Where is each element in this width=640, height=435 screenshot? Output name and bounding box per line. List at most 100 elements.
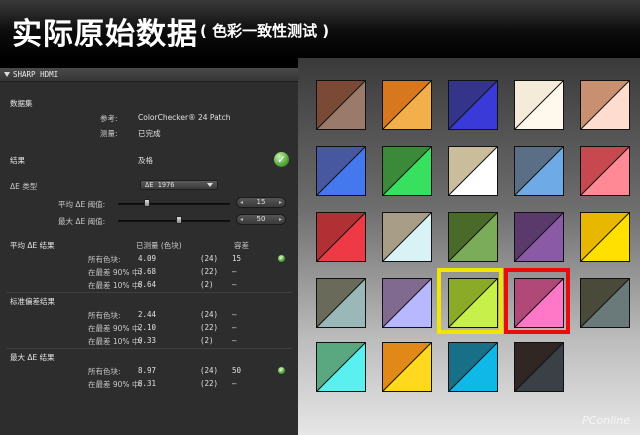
avg-threshold-slider-handle[interactable] — [144, 199, 150, 207]
color-swatch — [514, 342, 564, 392]
row-value: 8.97 — [138, 366, 157, 375]
color-swatch — [382, 146, 432, 196]
dataset-section-label: 数据集 — [10, 99, 33, 108]
color-swatch — [580, 80, 630, 130]
delta-type-value: ΔE 1976 — [145, 181, 175, 189]
color-swatch — [580, 146, 630, 196]
row-tolerance: – — [232, 310, 237, 319]
row-tolerance: – — [232, 267, 237, 276]
panel-header[interactable]: SHARP HDMI — [0, 68, 298, 82]
delta-type-select[interactable]: ΔE 1976 — [140, 180, 218, 190]
color-swatch — [514, 146, 564, 196]
row-value: 3.68 — [138, 267, 157, 276]
row-value: 8.64 — [138, 280, 157, 289]
decrement-icon[interactable]: ◂ — [240, 215, 243, 224]
col-measured-header: 已测量 (色块) — [136, 241, 182, 250]
page-subtitle: ( 色彩一致性测试 ) — [200, 22, 330, 40]
max-threshold-stepper[interactable]: ◂ 50 ▸ — [236, 214, 286, 225]
row-tolerance: – — [232, 323, 237, 332]
color-swatch — [448, 146, 498, 196]
divider — [6, 292, 292, 293]
max-threshold-slider-handle[interactable] — [176, 216, 182, 224]
color-swatch — [316, 146, 366, 196]
row-label: 所有色块: — [88, 311, 121, 320]
row-value: 0.33 — [138, 336, 157, 345]
pass-check-icon: ✓ — [278, 255, 285, 262]
row-tolerance: – — [232, 280, 237, 289]
row-count: (2) — [200, 336, 214, 345]
pass-check-icon: ✓ — [274, 152, 289, 167]
color-swatch — [448, 80, 498, 130]
row-value: 2.10 — [138, 323, 157, 332]
increment-icon[interactable]: ▸ — [279, 198, 282, 207]
row-value: 8.31 — [138, 379, 157, 388]
row-count: (24) — [200, 254, 219, 263]
color-swatch — [382, 212, 432, 262]
row-label: 在最差 90% 中: — [88, 324, 142, 333]
row-count: (24) — [200, 366, 219, 375]
row-label: 所有色块: — [88, 367, 121, 376]
row-label: 所有色块: — [88, 255, 121, 264]
decrement-icon[interactable]: ◂ — [240, 198, 243, 207]
col-tolerance-header: 容差 — [234, 241, 249, 250]
color-swatch — [448, 342, 498, 392]
measured-value: 已完成 — [138, 129, 161, 138]
page-title: 实际原始数据 — [12, 17, 198, 52]
avg-threshold-value: 15 — [256, 198, 266, 206]
watermark-logo: PConline — [582, 414, 630, 427]
color-checker-grid: PConline — [298, 58, 640, 435]
row-tolerance: – — [232, 379, 237, 388]
result-label: 结果 — [10, 156, 25, 165]
color-swatch — [382, 278, 432, 328]
std-section-label: 标准偏差结果 — [10, 297, 55, 306]
measured-label: 测量: — [100, 129, 118, 138]
color-swatch — [580, 212, 630, 262]
result-value: 及格 — [138, 156, 153, 165]
chevron-down-icon — [207, 183, 213, 187]
color-swatch — [448, 212, 498, 262]
pass-check-icon: ✓ — [278, 367, 285, 374]
row-label: 在最差 10% 中: — [88, 337, 142, 346]
row-count: (22) — [200, 379, 219, 388]
color-swatch — [316, 342, 366, 392]
color-swatch — [580, 278, 630, 328]
color-swatch — [448, 278, 498, 328]
color-swatch — [316, 212, 366, 262]
color-swatch — [514, 278, 564, 328]
row-label: 在最差 90% 中: — [88, 268, 142, 277]
row-tolerance: 15 — [232, 254, 242, 263]
max-threshold-slider[interactable] — [118, 220, 230, 222]
row-count: (22) — [200, 267, 219, 276]
avg-section-label: 平均 ΔE 结果 — [10, 241, 55, 250]
row-label: 在最差 90% 中: — [88, 380, 142, 389]
results-panel: SHARP HDMI 数据集 参考: ColorChecker® 24 Patc… — [0, 68, 298, 435]
reference-label: 参考: — [100, 114, 118, 123]
row-value: 2.44 — [138, 310, 157, 319]
color-swatch — [316, 80, 366, 130]
avg-threshold-stepper[interactable]: ◂ 15 ▸ — [236, 197, 286, 208]
max-threshold-label: 最大 ΔE 阈值: — [58, 217, 106, 226]
increment-icon[interactable]: ▸ — [279, 215, 282, 224]
header-banner: 实际原始数据 ( 色彩一致性测试 ) — [0, 0, 640, 58]
collapse-arrow-icon[interactable] — [4, 72, 10, 77]
color-swatch — [382, 80, 432, 130]
row-value: 4.09 — [138, 254, 157, 263]
row-tolerance: 50 — [232, 366, 242, 375]
avg-threshold-slider[interactable] — [118, 203, 230, 205]
row-tolerance: – — [232, 336, 237, 345]
avg-threshold-label: 平均 ΔE 阈值: — [58, 200, 106, 209]
reference-value: ColorChecker® 24 Patch — [138, 113, 231, 122]
row-count: (2) — [200, 280, 214, 289]
color-swatch — [316, 278, 366, 328]
delta-type-label: ΔE 类型 — [10, 182, 38, 191]
row-count: (24) — [200, 310, 219, 319]
max-threshold-value: 50 — [256, 215, 266, 223]
max-section-label: 最大 ΔE 结果 — [10, 353, 55, 362]
color-swatch — [514, 212, 564, 262]
color-swatch — [382, 342, 432, 392]
divider — [6, 348, 292, 349]
row-label: 在最差 10% 中: — [88, 281, 142, 290]
row-count: (22) — [200, 323, 219, 332]
color-swatch — [514, 80, 564, 130]
panel-title: SHARP HDMI — [13, 70, 59, 79]
